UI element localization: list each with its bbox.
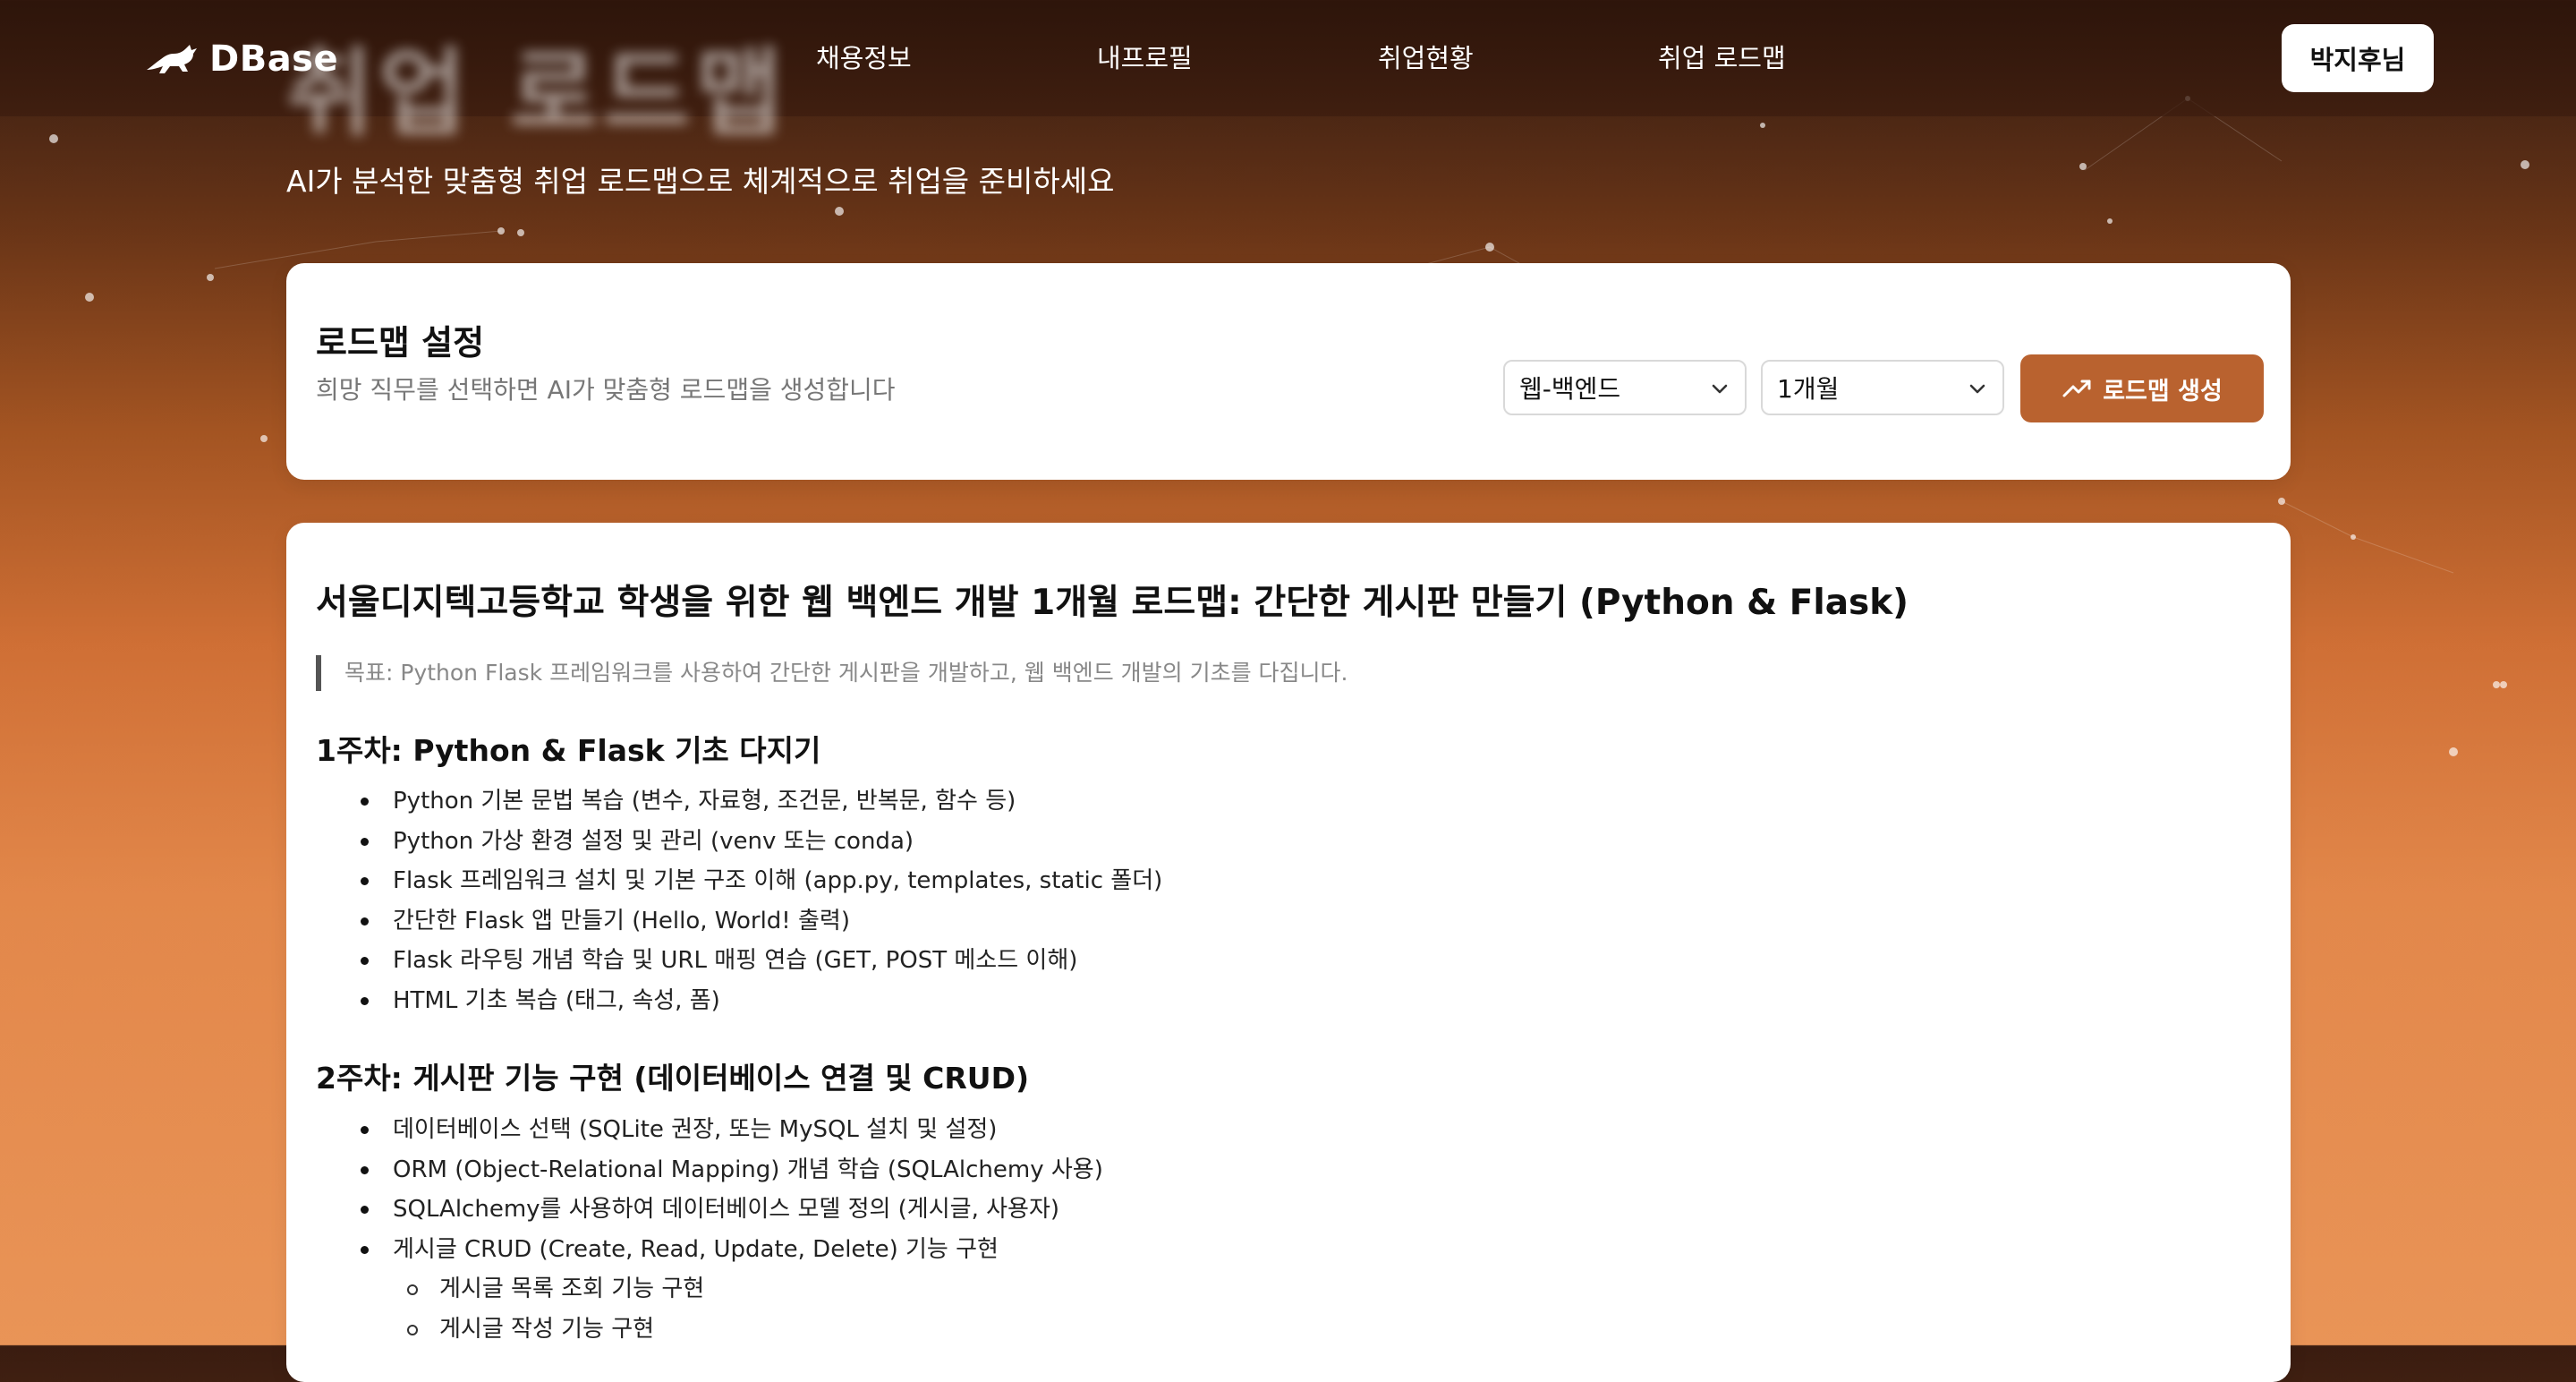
trending-up-icon	[2062, 380, 2091, 397]
list-item: 간단한 Flask 앱 만들기 (Hello, World! 출력)	[316, 901, 1162, 942]
list-item: 게시글 CRUD (Create, Read, Update, Delete) …	[316, 1230, 1103, 1270]
sub-list-item: 게시글 목록 조회 기능 구현	[316, 1269, 1103, 1309]
list-item: ORM (Object-Relational Mapping) 개념 학습 (S…	[316, 1150, 1103, 1190]
list-item: 데이터베이스 선택 (SQLite 권장, 또는 MySQL 설치 및 설정)	[316, 1110, 1103, 1150]
running-cat-icon	[147, 45, 197, 73]
bullet-icon	[361, 877, 369, 886]
roadmap-title: 서울디지텍고등학교 학생을 위한 웹 백엔드 개발 1개월 로드맵: 간단한 게…	[316, 583, 1909, 623]
generate-roadmap-button[interactable]: 로드맵 생성	[2020, 354, 2264, 422]
list-item: SQLAlchemy를 사용하여 데이터베이스 모델 정의 (게시글, 사용자)	[316, 1190, 1103, 1230]
hero-title: 취업 로드맵	[286, 38, 788, 149]
week-2-title: 2주차: 게시판 기능 구현 (데이터베이스 연결 및 CRUD)	[316, 1061, 1030, 1096]
list-item-text: Python 기본 문법 복습 (변수, 자료형, 조건문, 반복문, 함수 등…	[393, 788, 1016, 815]
bullet-icon	[361, 957, 369, 966]
list-item-text: Flask 라우팅 개념 학습 및 URL 매핑 연습 (GET, POST 메…	[393, 947, 1078, 975]
list-item-text: ORM (Object-Relational Mapping) 개념 학습 (S…	[393, 1156, 1103, 1183]
week-2-list: 데이터베이스 선택 (SQLite 권장, 또는 MySQL 설치 및 설정) …	[316, 1110, 1103, 1350]
circle-bullet-icon	[407, 1324, 418, 1335]
bullet-icon	[361, 996, 369, 1005]
list-item: Python 기본 문법 복습 (변수, 자료형, 조건문, 반복문, 함수 등…	[316, 781, 1162, 822]
list-item-text: Python 가상 환경 설정 및 관리 (venv 또는 conda)	[393, 827, 914, 855]
sub-list-item: 게시글 작성 기능 구현	[316, 1309, 1103, 1350]
bullet-icon	[361, 837, 369, 846]
week-1-list: Python 기본 문법 복습 (변수, 자료형, 조건문, 반복문, 함수 등…	[316, 781, 1162, 1021]
period-select-value: 1개월	[1777, 374, 1840, 404]
list-item: Python 가상 환경 설정 및 관리 (venv 또는 conda)	[316, 822, 1162, 862]
bullet-icon	[361, 1126, 369, 1134]
sub-list-item-text: 게시글 작성 기능 구현	[439, 1315, 655, 1343]
nav-item-status[interactable]: 취업현황	[1378, 38, 1474, 75]
list-item-text: SQLAlchemy를 사용하여 데이터베이스 모델 정의 (게시글, 사용자)	[393, 1196, 1060, 1224]
top-navigation-bar: 취업 로드맵 DBase 채용정보 내프로필 취업현황 취업 로드맵 박지후님	[0, 0, 2576, 149]
nav-item-roadmap[interactable]: 취업 로드맵	[1658, 38, 1786, 75]
period-select[interactable]: 1개월	[1761, 360, 2004, 415]
bullet-icon	[361, 1245, 369, 1254]
chevron-down-icon	[1712, 384, 1728, 394]
bullet-icon	[361, 1165, 369, 1174]
nav-item-jobs[interactable]: 채용정보	[816, 38, 912, 75]
week-1-title: 1주차: Python & Flask 기초 다지기	[316, 733, 821, 768]
list-item: Flask 프레임워크 설치 및 기본 구조 이해 (app.py, templ…	[316, 861, 1162, 901]
nav-item-profile[interactable]: 내프로필	[1097, 38, 1193, 75]
list-item-text: 게시글 CRUD (Create, Read, Update, Delete) …	[393, 1235, 999, 1263]
roadmap-goal: 목표: Python Flask 프레임워크를 사용하여 간단한 게시판을 개발…	[316, 655, 1348, 691]
user-menu-button[interactable]: 박지후님	[2282, 24, 2434, 92]
list-item: HTML 기초 복습 (태그, 속성, 폼)	[316, 981, 1162, 1021]
settings-description: 희망 직무를 선택하면 AI가 맞춤형 로드맵을 생성합니다	[316, 375, 896, 405]
list-item-text: 데이터베이스 선택 (SQLite 권장, 또는 MySQL 설치 및 설정)	[393, 1116, 998, 1143]
hero-subtitle: AI가 분석한 맞춤형 취업 로드맵으로 체계적으로 취업을 준비하세요	[286, 164, 1115, 199]
logo[interactable]: DBase	[143, 34, 338, 84]
list-item: Flask 라우팅 개념 학습 및 URL 매핑 연습 (GET, POST 메…	[316, 941, 1162, 981]
job-select[interactable]: 웹-백엔드	[1503, 360, 1747, 415]
list-item-text: Flask 프레임워크 설치 및 기본 구조 이해 (app.py, templ…	[393, 867, 1163, 895]
list-item-text: 간단한 Flask 앱 만들기 (Hello, World! 출력)	[393, 907, 850, 934]
job-select-value: 웹-백엔드	[1519, 374, 1621, 404]
generate-roadmap-label: 로드맵 생성	[2103, 377, 2223, 405]
bullet-icon	[361, 1206, 369, 1215]
sub-list-item-text: 게시글 목록 조회 기능 구현	[439, 1275, 705, 1303]
circle-bullet-icon	[407, 1284, 418, 1296]
bullet-icon	[361, 917, 369, 926]
roadmap-settings-card: 로드맵 설정 희망 직무를 선택하면 AI가 맞춤형 로드맵을 생성합니다 웹-…	[286, 263, 2291, 480]
chevron-down-icon	[1969, 384, 1985, 394]
settings-title: 로드맵 설정	[316, 323, 485, 363]
bullet-icon	[361, 798, 369, 806]
list-item-text: HTML 기초 복습 (태그, 속성, 폼)	[393, 986, 720, 1014]
roadmap-result-card: 서울디지텍고등학교 학생을 위한 웹 백엔드 개발 1개월 로드맵: 간단한 게…	[286, 523, 2291, 1382]
logo-text: DBase	[209, 38, 339, 80]
